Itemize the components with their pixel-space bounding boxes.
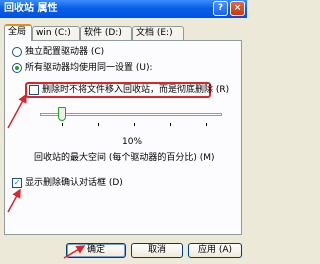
tab-global[interactable]: 全局 [4, 24, 32, 41]
arrow-to-ok [63, 245, 86, 259]
annotation-arrows [7, 93, 86, 259]
arrow-to-checkbox [7, 93, 27, 129]
arrow-to-confirm [7, 188, 21, 213]
